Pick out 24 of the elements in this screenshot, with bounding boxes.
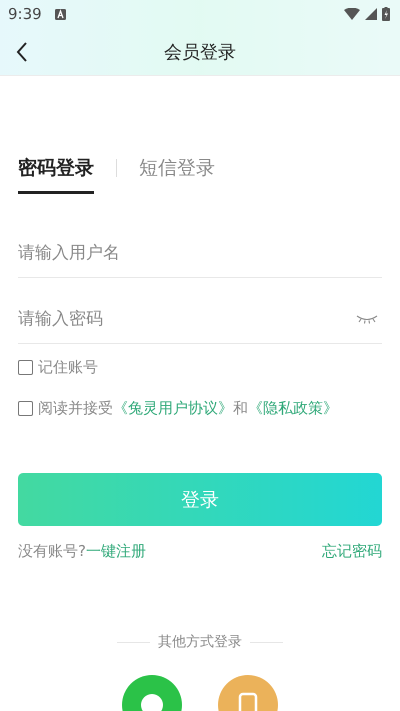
other-login-title: 其他方式登录 — [158, 633, 242, 651]
eye-closed-icon[interactable] — [356, 314, 378, 324]
login-button[interactable]: 登录 — [18, 473, 382, 526]
checkbox[interactable] — [18, 360, 33, 375]
input-field[interactable]: 请输入密码 — [18, 309, 356, 329]
input-field[interactable]: 请输入用户名 — [18, 243, 382, 263]
agreement-link[interactable]: 《兔灵用户协议》 — [113, 399, 233, 418]
phone-icon — [238, 692, 258, 711]
login-tab[interactable]: 短信登录 — [139, 151, 215, 194]
signal-icon — [365, 8, 377, 20]
no-account-text: 没有账号? — [18, 542, 86, 561]
wifi-icon — [344, 8, 360, 20]
register-link[interactable]: 一键注册 — [86, 542, 146, 561]
battery-icon — [382, 7, 390, 21]
agreement-text: 阅读并接受 — [38, 399, 113, 418]
remember-label: 记住账号 — [38, 358, 98, 377]
agreement-link[interactable]: 《隐私政策》 — [248, 399, 338, 418]
page-title: 会员登录 — [164, 40, 236, 64]
checkbox[interactable] — [18, 401, 33, 416]
notification-icon — [54, 8, 66, 20]
forgot-password-link[interactable]: 忘记密码 — [322, 542, 382, 561]
status-time: 9:39 — [8, 5, 42, 23]
agreement-text: 和 — [233, 399, 248, 418]
login-tab[interactable]: 密码登录 — [18, 151, 94, 194]
